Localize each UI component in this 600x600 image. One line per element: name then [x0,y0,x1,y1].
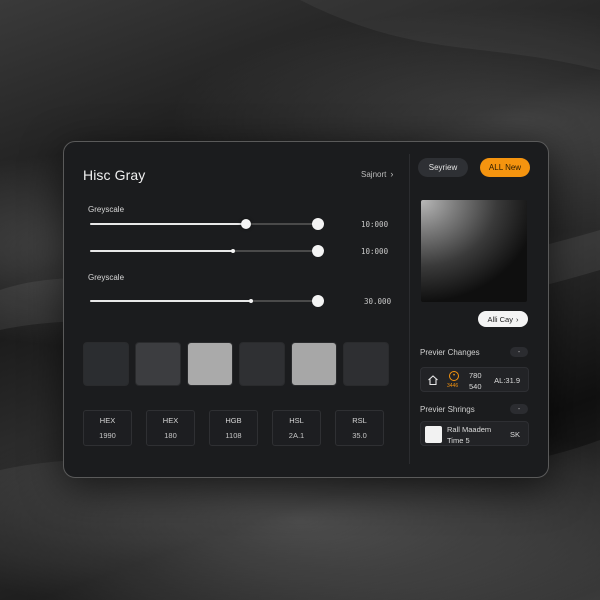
slider-marker[interactable] [230,249,235,253]
preview-strings-row[interactable]: Rall Maadem Time 5 SK [420,421,529,446]
code-value: 1108 [225,431,242,440]
color-swatch[interactable] [135,342,181,386]
chevron-right-icon: › [390,169,394,179]
color-swatch[interactable] [291,342,337,386]
all-new-button[interactable]: ALL New [480,158,530,177]
code-card-hgb[interactable]: HGB 1108 [209,410,258,446]
badge-caption: 3446 [447,383,459,389]
code-label: HSL [289,416,304,425]
slider-marker[interactable] [249,299,253,303]
strings-right-value: SK [509,430,520,439]
code-value: 2A.1 [288,431,305,440]
code-label: HEX [99,416,116,425]
code-label: HGB [225,416,242,425]
code-value: 180 [164,431,177,440]
home-icon [428,375,438,386]
code-label: HEX [162,416,179,425]
all-gray-button[interactable]: Alli Cay › [478,311,528,327]
code-card-hsl[interactable]: HSL 2A.1 [272,410,321,446]
gray-tool-window: Hisc Gray Sajnort › Greyscale 10:000 10:… [63,141,549,478]
slider-end-handle[interactable] [312,245,324,257]
slider-value-3: 30.000 [364,297,392,306]
color-swatch[interactable] [343,342,389,386]
slider-thumb[interactable] [241,219,252,229]
strings-line-1: Rall Maadem [447,425,492,434]
changes-collapse-toggle[interactable]: - [510,347,528,357]
chevron-right-icon: › [515,314,519,324]
code-card-hex-2[interactable]: HEX 180 [146,410,195,446]
column-divider [409,154,410,464]
preview-changes-row[interactable]: • 3446 780 540 AL:31.9 [420,367,529,392]
white-swatch [425,426,442,443]
strings-collapse-toggle[interactable]: - [510,404,528,414]
swatch-row [83,342,389,386]
strings-line-2: Time 5 [447,436,470,445]
greyscale-label-1: Greyscale [88,205,125,214]
slider-end-handle[interactable] [312,295,324,307]
greyscale-slider-1[interactable] [90,218,324,230]
preview-button[interactable]: Seyriew [418,158,468,177]
badge-icon: • [449,371,459,381]
color-swatch[interactable] [83,342,129,386]
preview-strings-label: Previer Shrings [420,405,475,414]
support-link[interactable]: Sajnort › [361,169,393,179]
all-gray-label: Alli Cay [487,314,513,324]
code-value: 1990 [99,431,116,440]
row-number-bottom: 540 [469,382,482,391]
slider-value-2: 10:000 [361,247,389,256]
greyscale-slider-2[interactable] [90,245,324,257]
gray-preview-canvas [421,200,527,302]
row-right-value: AL:31.9 [494,376,520,385]
preview-changes-label: Previer Changes [420,348,480,357]
row-number-top: 780 [469,371,482,380]
color-swatch[interactable] [239,342,285,386]
support-link-label: Sajnort [361,169,387,179]
greyscale-label-2: Greyscale [88,273,125,282]
greyscale-slider-3[interactable] [90,295,324,307]
window-title: Hisc Gray [83,167,146,183]
code-label: RSL [352,416,367,425]
code-value: 35.0 [352,431,367,440]
slider-value-1: 10:000 [361,220,389,229]
code-card-hex[interactable]: HEX 1990 [83,410,132,446]
code-card-rsl[interactable]: RSL 35.0 [335,410,384,446]
color-swatch[interactable] [187,342,233,386]
slider-end-handle[interactable] [312,218,324,230]
color-code-row: HEX 1990 HEX 180 HGB 1108 HSL 2A.1 RSL 3… [83,410,384,446]
